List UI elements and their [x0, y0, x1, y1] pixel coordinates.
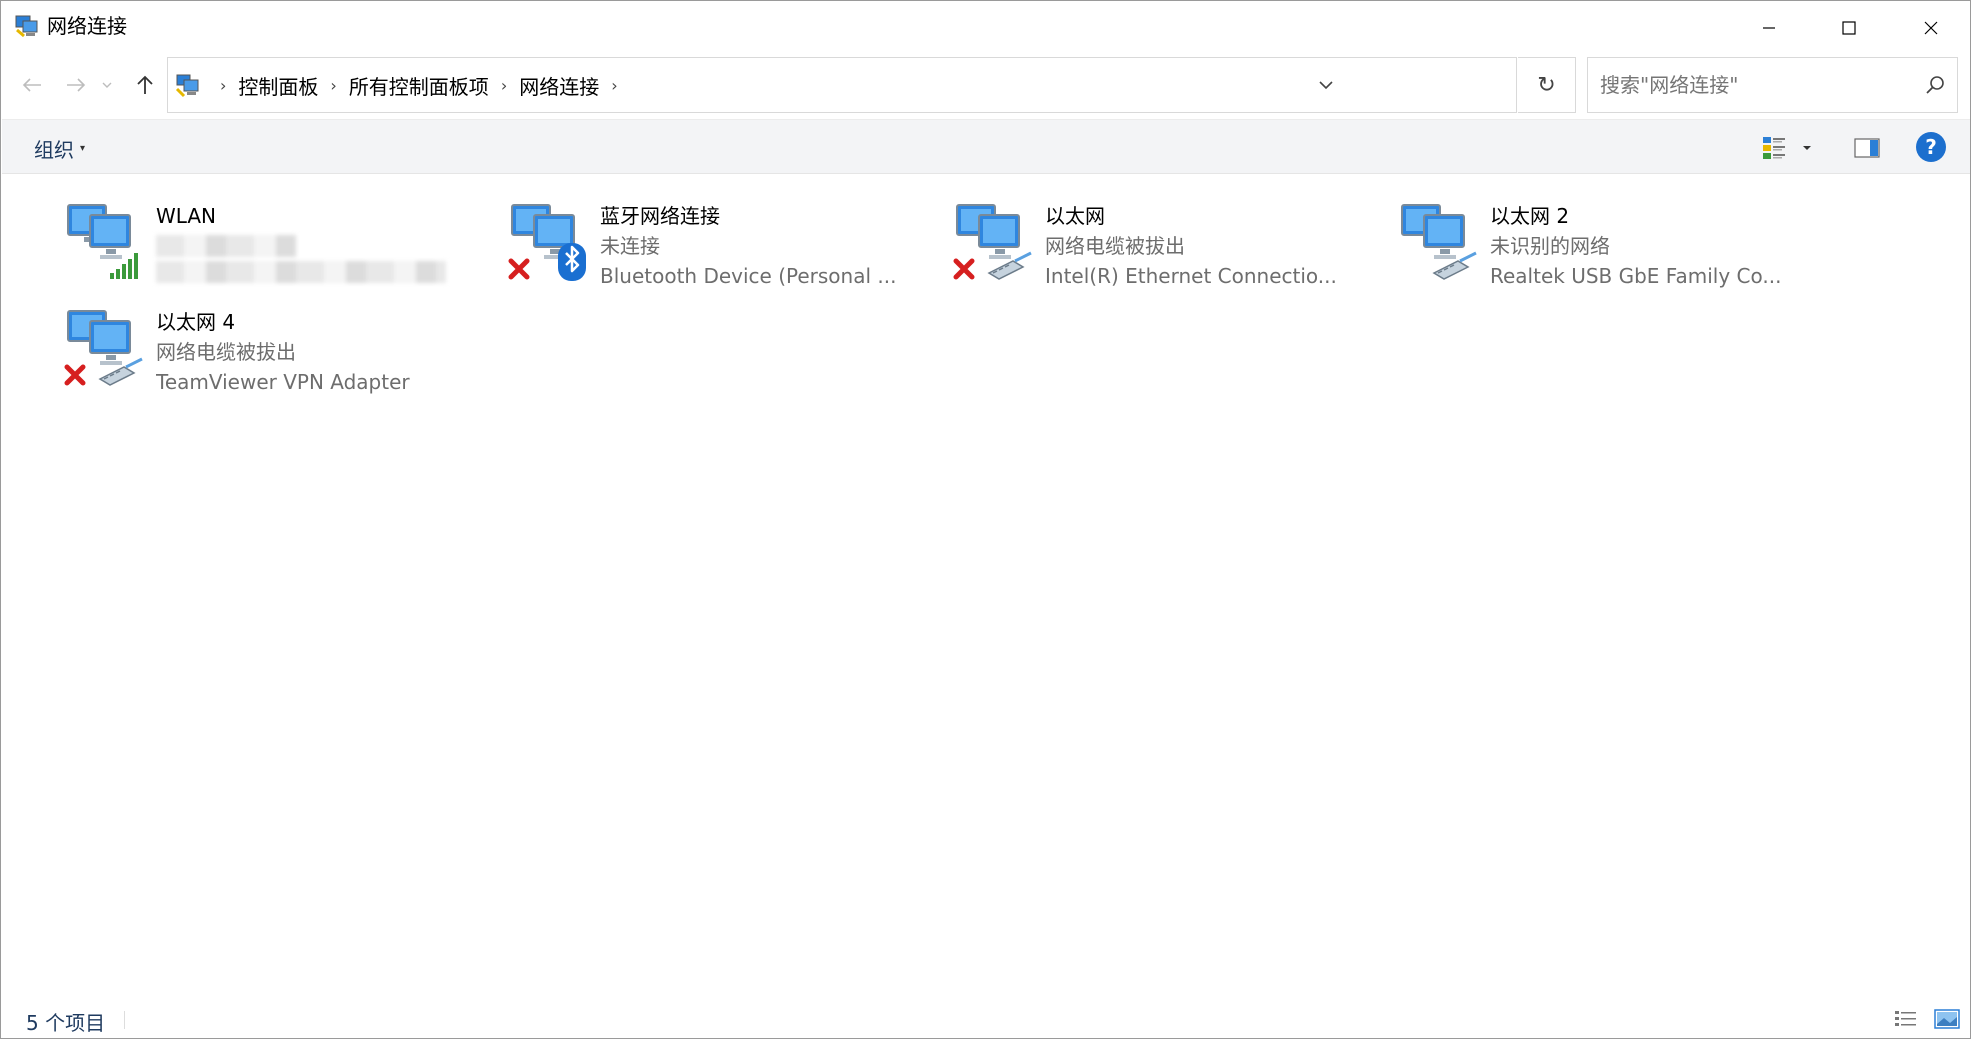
breadcrumb-network-connections[interactable]: 网络连接	[519, 71, 599, 100]
connection-item-bluetooth[interactable]: 蓝牙网络连接 未连接 Bluetooth Device (Personal ..…	[508, 187, 948, 288]
address-history-button[interactable]	[1301, 57, 1351, 113]
refresh-icon: ↻	[1537, 72, 1556, 98]
breadcrumb-all-control-panel-items[interactable]: 所有控制面板项	[349, 71, 489, 100]
command-bar: 组织 ▾ ?	[2, 119, 1970, 174]
connection-device: TeamViewer VPN Adapter	[156, 370, 410, 394]
connection-name: 以太网	[1045, 204, 1105, 228]
up-button[interactable]	[127, 67, 163, 103]
arrow-left-icon	[22, 78, 41, 92]
large-icons-view-icon[interactable]	[1934, 1008, 1960, 1030]
search-input[interactable]	[1600, 58, 1910, 112]
details-view-icon[interactable]	[1894, 1008, 1918, 1030]
connection-text: 以太网 2 未识别的网络 Realtek USB GbE Family Co..…	[1490, 201, 1835, 291]
caret-down-icon: ▾	[80, 143, 86, 154]
minimize-icon	[1763, 26, 1775, 29]
chevron-down-icon	[102, 82, 112, 88]
wifi-network-icon	[67, 204, 138, 279]
connection-device: Intel(R) Ethernet Connectio...	[1045, 264, 1337, 288]
control-panel-icon	[175, 74, 199, 98]
breadcrumb-separator[interactable]: ›	[220, 76, 226, 95]
connection-item-ethernet-4[interactable]: 以太网 4 网络电缆被拔出 TeamViewer VPN Adapter	[64, 293, 504, 394]
breadcrumb: › 控制面板 › 所有控制面板项 › 网络连接 ›	[208, 58, 630, 112]
maximize-button[interactable]	[1809, 1, 1889, 54]
refresh-button[interactable]: ↻	[1518, 57, 1576, 113]
connection-item-wlan[interactable]: WLAN	[64, 187, 504, 287]
connection-name: WLAN	[156, 204, 217, 228]
connection-name: 以太网 2	[1490, 204, 1570, 228]
minimize-button[interactable]	[1729, 1, 1809, 54]
status-bar: 5 个项目	[2, 1001, 1970, 1038]
item-count: 5 个项目	[26, 1011, 106, 1035]
chevron-down-icon	[1319, 81, 1333, 90]
network-connections-icon	[15, 15, 38, 38]
redacted-status	[156, 235, 296, 257]
connections-list: WLAN 蓝牙网络连接 未连接 Bluetooth Device (Person…	[2, 175, 1970, 995]
organize-menu-button[interactable]: 组织 ▾	[34, 134, 85, 163]
connection-item-ethernet[interactable]: 以太网 网络电缆被拔出 Intel(R) Ethernet Connectio.…	[953, 187, 1393, 288]
change-view-button[interactable]	[1762, 134, 1814, 162]
breadcrumb-separator[interactable]: ›	[330, 76, 336, 95]
connection-status: 未识别的网络	[1490, 234, 1610, 258]
connection-text: 蓝牙网络连接 未连接 Bluetooth Device (Personal ..…	[600, 201, 945, 291]
redacted-device	[156, 261, 446, 283]
window-title: 网络连接	[47, 14, 127, 38]
forward-button[interactable]	[58, 67, 94, 103]
search-icon[interactable]	[1925, 75, 1945, 95]
connection-device: Realtek USB GbE Family Co...	[1490, 264, 1782, 288]
title-bar: 网络连接	[1, 1, 1970, 54]
close-button[interactable]	[1891, 1, 1971, 54]
ethernet-network-icon	[64, 310, 143, 386]
arrow-up-icon	[137, 75, 153, 94]
bluetooth-network-icon	[508, 204, 586, 281]
search-box[interactable]	[1587, 57, 1958, 113]
connection-device: Bluetooth Device (Personal ...	[600, 264, 897, 288]
maximize-icon	[1842, 20, 1856, 35]
arrow-right-icon	[67, 78, 86, 92]
explorer-window: 网络连接 › 控制面板 › 所有控制面板项 › 网络连接 › ↻ 搜索"网络连接…	[0, 0, 1971, 1039]
close-icon	[1924, 21, 1938, 34]
connection-name: 蓝牙网络连接	[600, 204, 720, 228]
connection-text: WLAN	[156, 201, 501, 283]
connection-item-ethernet-2[interactable]: 以太网 2 未识别的网络 Realtek USB GbE Family Co..…	[1398, 187, 1838, 288]
breadcrumb-separator[interactable]: ›	[501, 76, 507, 95]
caret-down-icon	[1803, 146, 1811, 150]
connection-text: 以太网 4 网络电缆被拔出 TeamViewer VPN Adapter	[156, 307, 501, 397]
back-button[interactable]	[14, 67, 50, 103]
view-tiles-icon	[1763, 137, 1785, 159]
ethernet-network-icon	[953, 204, 1032, 280]
connection-status: 未连接	[600, 234, 660, 258]
connection-status: 网络电缆被拔出	[156, 340, 296, 364]
status-divider	[124, 1011, 125, 1029]
help-button[interactable]: ?	[1916, 132, 1946, 162]
ethernet-network-icon	[1401, 204, 1477, 280]
breadcrumb-control-panel[interactable]: 控制面板	[238, 71, 318, 100]
breadcrumb-separator[interactable]: ›	[611, 76, 617, 95]
preview-pane-icon[interactable]	[1852, 134, 1882, 162]
connection-text: 以太网 网络电缆被拔出 Intel(R) Ethernet Connectio.…	[1045, 201, 1390, 291]
connection-status: 网络电缆被拔出	[1045, 234, 1185, 258]
connection-name: 以太网 4	[156, 310, 236, 334]
recent-locations-button[interactable]	[95, 67, 119, 103]
organize-label: 组织	[34, 138, 74, 162]
